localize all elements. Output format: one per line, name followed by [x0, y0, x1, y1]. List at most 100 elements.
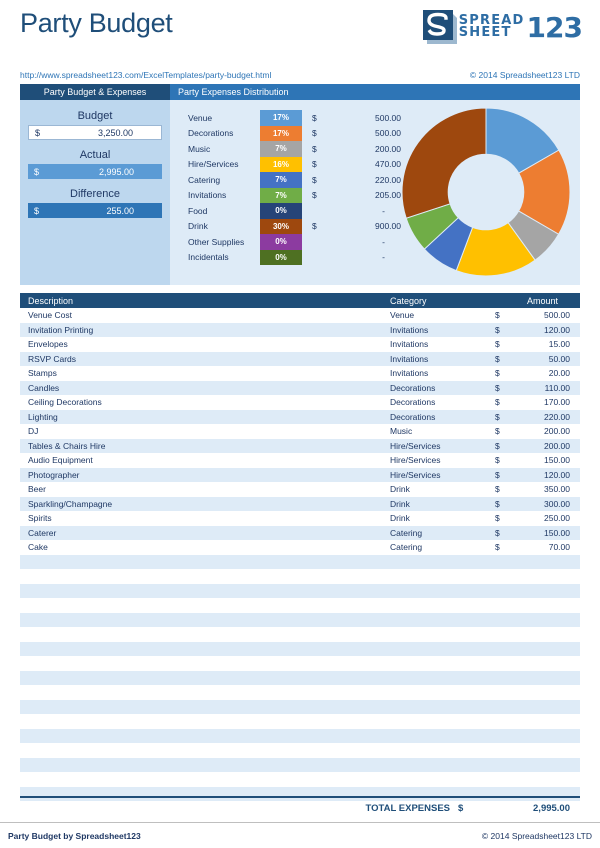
- table-row[interactable]: DJMusic$200.00: [20, 424, 580, 439]
- table-row[interactable]: SpiritsDrink$250.00: [20, 511, 580, 526]
- expenses-donut-chart: [400, 106, 572, 278]
- column-header-description: Description: [20, 296, 390, 306]
- total-separator-rule: [20, 796, 580, 798]
- cell-category: Catering: [390, 528, 495, 538]
- tab-party-budget-expenses[interactable]: Party Budget & Expenses: [20, 84, 170, 100]
- table-row[interactable]: CatererCatering$150.00: [20, 526, 580, 541]
- difference-label: Difference: [28, 188, 162, 200]
- cell-amount: 220.00: [525, 412, 580, 422]
- table-row[interactable]: EnvelopesInvitations$15.00: [20, 337, 580, 352]
- budget-value: 3,250.00: [40, 128, 155, 138]
- cell-description: Photographer: [20, 470, 390, 480]
- table-row[interactable]: [20, 714, 580, 729]
- table-row[interactable]: [20, 656, 580, 671]
- tab-party-expenses-distribution[interactable]: Party Expenses Distribution: [170, 84, 580, 100]
- actual-label: Actual: [28, 149, 162, 161]
- table-row[interactable]: [20, 598, 580, 613]
- cell-currency: $: [495, 484, 525, 494]
- distribution-row: Invitations7%$205.00: [188, 188, 413, 204]
- distribution-category-name: Music: [188, 144, 260, 154]
- table-row[interactable]: [20, 569, 580, 584]
- table-row[interactable]: [20, 642, 580, 657]
- distribution-percent-badge: 30%: [260, 219, 302, 235]
- table-body: Venue CostVenue$500.00Invitation Printin…: [20, 308, 580, 801]
- table-row[interactable]: Tables & Chairs HireHire/Services$200.00: [20, 439, 580, 454]
- table-row[interactable]: [20, 685, 580, 700]
- distribution-category-name: Venue: [188, 113, 260, 123]
- actual-kpi: Actual $ 2,995.00: [28, 149, 162, 179]
- distribution-category-name: Drink: [188, 221, 260, 231]
- distribution-percent-badge: 17%: [260, 126, 302, 142]
- table-row[interactable]: PhotographerHire/Services$120.00: [20, 468, 580, 483]
- logo-bottom-word: SHEET: [459, 27, 525, 39]
- summary-and-distribution-panels: Budget $ 3,250.00 Actual $ 2,995.00 Diff…: [20, 100, 580, 285]
- table-row[interactable]: Audio EquipmentHire/Services$150.00: [20, 453, 580, 468]
- cell-amount: 350.00: [525, 484, 580, 494]
- table-row[interactable]: Venue CostVenue$500.00: [20, 308, 580, 323]
- distribution-row: Hire/Services16%$470.00: [188, 157, 413, 173]
- distribution-category-name: Decorations: [188, 128, 260, 138]
- cell-description: DJ: [20, 426, 390, 436]
- table-row[interactable]: [20, 555, 580, 570]
- cell-description: RSVP Cards: [20, 354, 390, 364]
- distribution-currency: $: [302, 159, 330, 169]
- spreadsheet123-logo: SPREAD SHEET 123: [423, 10, 582, 44]
- distribution-percent-badge: 17%: [260, 110, 302, 126]
- template-url-link[interactable]: http://www.spreadsheet123.com/ExcelTempl…: [20, 70, 271, 80]
- footer-copyright: © 2014 Spreadsheet123 LTD: [482, 831, 592, 841]
- budget-input[interactable]: $ 3,250.00: [28, 125, 162, 140]
- table-row[interactable]: StampsInvitations$20.00: [20, 366, 580, 381]
- cell-currency: $: [495, 412, 525, 422]
- total-expenses-currency: $: [458, 803, 488, 814]
- total-expenses-label: TOTAL EXPENSES: [366, 803, 450, 814]
- distribution-category-name: Other Supplies: [188, 237, 260, 247]
- distribution-category-name: Incidentals: [188, 252, 260, 262]
- table-row[interactable]: CakeCatering$70.00: [20, 540, 580, 555]
- cell-category: Invitations: [390, 339, 495, 349]
- actual-value: 2,995.00: [39, 167, 156, 177]
- table-row[interactable]: Sparkling/ChampagneDrink$300.00: [20, 497, 580, 512]
- cell-description: Stamps: [20, 368, 390, 378]
- cell-amount: 110.00: [525, 383, 580, 393]
- cell-description: Spirits: [20, 513, 390, 523]
- difference-value: 255.00: [39, 206, 156, 216]
- cell-description: Sparkling/Champagne: [20, 499, 390, 509]
- table-row[interactable]: [20, 627, 580, 642]
- distribution-amount: -: [302, 206, 413, 216]
- cell-description: Cake: [20, 542, 390, 552]
- cell-amount: 120.00: [525, 470, 580, 480]
- distribution-currency: $: [302, 113, 330, 123]
- budget-summary-panel: Budget $ 3,250.00 Actual $ 2,995.00 Diff…: [20, 100, 170, 285]
- cell-currency: $: [495, 354, 525, 364]
- table-row[interactable]: RSVP CardsInvitations$50.00: [20, 352, 580, 367]
- table-row[interactable]: CandlesDecorations$110.00: [20, 381, 580, 396]
- distribution-amount: -: [302, 252, 413, 262]
- table-row[interactable]: [20, 743, 580, 758]
- table-row[interactable]: BeerDrink$350.00: [20, 482, 580, 497]
- table-row[interactable]: Invitation PrintingInvitations$120.00: [20, 323, 580, 338]
- table-row[interactable]: [20, 700, 580, 715]
- distribution-percent-badge: 0%: [260, 234, 302, 250]
- difference-value-field: $ 255.00: [28, 203, 162, 218]
- cell-currency: $: [495, 383, 525, 393]
- table-row[interactable]: [20, 758, 580, 773]
- table-row[interactable]: [20, 584, 580, 599]
- table-row[interactable]: [20, 787, 580, 802]
- cell-category: Hire/Services: [390, 470, 495, 480]
- cell-amount: 500.00: [525, 310, 580, 320]
- distribution-percent-badge: 0%: [260, 203, 302, 219]
- table-row[interactable]: LightingDecorations$220.00: [20, 410, 580, 425]
- cell-currency: $: [495, 426, 525, 436]
- cell-description: Audio Equipment: [20, 455, 390, 465]
- table-row[interactable]: [20, 729, 580, 744]
- cell-description: Tables & Chairs Hire: [20, 441, 390, 451]
- table-row[interactable]: Ceiling DecorationsDecorations$170.00: [20, 395, 580, 410]
- table-row[interactable]: [20, 772, 580, 787]
- distribution-percent-badge: 7%: [260, 141, 302, 157]
- cell-amount: 200.00: [525, 441, 580, 451]
- cell-description: Beer: [20, 484, 390, 494]
- cell-currency: $: [495, 368, 525, 378]
- cell-currency: $: [495, 528, 525, 538]
- table-row[interactable]: [20, 671, 580, 686]
- table-row[interactable]: [20, 613, 580, 628]
